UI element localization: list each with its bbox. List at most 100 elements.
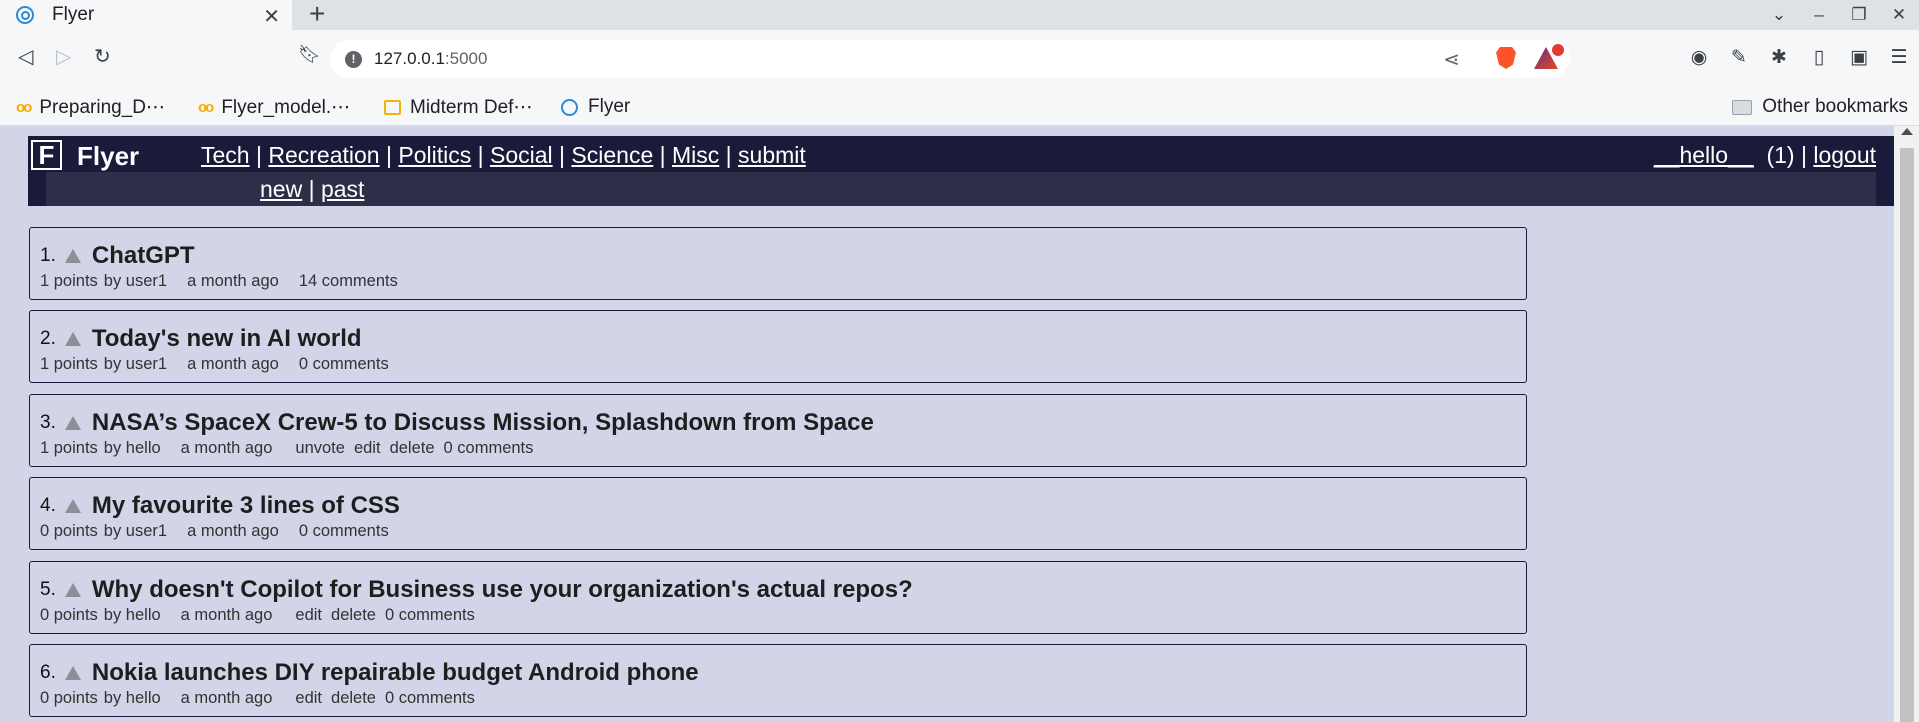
site-info-icon[interactable]: ! <box>345 51 362 68</box>
bookmark-item[interactable]: oo Flyer_model.⋯ <box>198 96 350 119</box>
page-content: F Flyer Tech | Recreation | Politics | S… <box>0 126 1894 722</box>
url-text[interactable]: 127.0.0.1:5000 <box>374 49 487 69</box>
story-age[interactable]: a month ago <box>181 606 273 624</box>
story-title[interactable]: ChatGPT <box>92 242 195 270</box>
sub-nav-bar: new | past <box>46 172 1876 206</box>
nav-past[interactable]: past <box>321 176 364 202</box>
sidebar-icon[interactable]: ▯ <box>1799 46 1839 69</box>
story-title[interactable]: Nokia launches DIY repairable budget And… <box>92 659 699 687</box>
bookmark-label: Flyer <box>588 96 631 117</box>
logout-link[interactable]: logout <box>1813 142 1876 168</box>
story-item: 3. NASA’s SpaceX Crew-5 to Discuss Missi… <box>29 394 1527 467</box>
story-age[interactable]: a month ago <box>181 689 273 707</box>
forward-icon[interactable]: ▷ <box>56 44 71 69</box>
rewards-badge <box>1552 44 1564 56</box>
nav-recreation[interactable]: Recreation <box>268 142 379 168</box>
story-age[interactable]: a month ago <box>187 522 279 540</box>
colab-icon: oo <box>16 99 32 116</box>
story-subtext: 0 points by user1 a month ago 0 comments <box>40 522 395 541</box>
nav-new[interactable]: new <box>260 176 302 202</box>
user-area: __hello__ (1) | logout <box>1654 142 1876 169</box>
category-nav: Tech | Recreation | Politics | Social | … <box>201 142 806 169</box>
tab-title: Flyer <box>52 4 95 25</box>
delete-link[interactable]: delete <box>331 606 376 624</box>
share-icon[interactable]: ⋖ <box>1443 47 1460 72</box>
story-rank: 1. <box>40 245 56 266</box>
bookmark-item[interactable]: Midterm Def⋯ <box>384 96 532 119</box>
story-age[interactable]: a month ago <box>187 355 279 373</box>
bookmark-item[interactable]: oo Preparing_D⋯ <box>16 96 165 119</box>
new-tab-icon[interactable]: + <box>309 0 325 30</box>
upvote-icon[interactable] <box>64 666 81 680</box>
close-tab-icon[interactable]: ✕ <box>263 4 280 29</box>
scroll-thumb[interactable] <box>1900 148 1914 722</box>
story-title[interactable]: Today's new in AI world <box>92 325 362 353</box>
nav-misc[interactable]: Misc <box>672 142 719 168</box>
upvote-icon[interactable] <box>64 249 81 263</box>
story-author[interactable]: by user1 <box>104 522 167 540</box>
story-comments[interactable]: 0 comments <box>444 439 534 457</box>
story-comments[interactable]: 0 comments <box>299 355 389 373</box>
bookmark-item[interactable]: Flyer <box>561 96 630 118</box>
unvote-link[interactable]: unvote <box>295 439 345 457</box>
bookmark-label: Preparing_D⋯ <box>39 97 165 118</box>
address-bar[interactable]: ! 127.0.0.1:5000 ⋖ <box>330 40 1570 78</box>
story-comments[interactable]: 14 comments <box>299 272 398 290</box>
vertical-scrollbar[interactable] <box>1894 126 1919 722</box>
back-icon[interactable]: ◁ <box>18 44 33 69</box>
reload-icon[interactable]: ↻ <box>94 44 111 69</box>
story-comments[interactable]: 0 comments <box>385 689 475 707</box>
browser-toolbar: ◁ ▷ ↻ 🔖︎ ! 127.0.0.1:5000 ⋖ ◉ ✎ ✱ ▯ ▣ ☰ <box>0 30 1919 88</box>
brave-shields-icon[interactable] <box>1496 47 1516 69</box>
delete-link[interactable]: delete <box>390 439 435 457</box>
story-age[interactable]: a month ago <box>181 439 273 457</box>
site-name[interactable]: Flyer <box>77 141 139 172</box>
story-item: 1. ChatGPT 1 points by user1 a month ago 14… <box>29 227 1527 300</box>
highlighter-icon[interactable]: ✎ <box>1719 46 1759 69</box>
edit-link[interactable]: edit <box>295 606 322 624</box>
upvote-icon[interactable] <box>64 583 81 597</box>
url-host: 127.0.0.1 <box>374 49 445 68</box>
other-bookmarks[interactable]: Other bookmarks <box>1732 96 1908 118</box>
upvote-icon[interactable] <box>64 332 81 346</box>
delete-link[interactable]: delete <box>331 689 376 707</box>
bookmarks-bar: oo Preparing_D⋯ oo Flyer_model.⋯ Midterm… <box>0 88 1919 126</box>
bookmark-label: Midterm Def⋯ <box>410 97 533 118</box>
bookmark-icon[interactable]: 🔖︎ <box>298 44 321 65</box>
story-title[interactable]: Why doesn't Copilot for Business use you… <box>92 576 913 604</box>
story-title[interactable]: My favourite 3 lines of CSS <box>92 492 400 520</box>
tab-search-icon[interactable]: ⌄ <box>1759 5 1799 25</box>
extensions-puzzle-icon[interactable]: ✱ <box>1759 46 1799 69</box>
username-link[interactable]: __hello__ <box>1654 142 1754 168</box>
site-logo[interactable]: F <box>31 140 62 170</box>
edit-link[interactable]: edit <box>354 439 381 457</box>
story-author[interactable]: by user1 <box>104 272 167 290</box>
story-author[interactable]: by user1 <box>104 355 167 373</box>
nav-science[interactable]: Science <box>571 142 653 168</box>
story-points: 0 points <box>40 522 98 540</box>
browser-tab[interactable]: Flyer ✕ <box>0 0 292 30</box>
close-window-icon[interactable]: ✕ <box>1879 5 1919 25</box>
nav-submit[interactable]: submit <box>738 142 806 168</box>
extension-avatar-icon[interactable]: ◉ <box>1679 46 1719 69</box>
scroll-up-arrow-icon[interactable] <box>1901 128 1913 135</box>
edit-link[interactable]: edit <box>295 689 322 707</box>
story-points: 0 points <box>40 606 98 624</box>
story-author[interactable]: by hello <box>104 689 161 707</box>
story-title[interactable]: NASA’s SpaceX Crew-5 to Discuss Mission,… <box>92 409 874 437</box>
story-author[interactable]: by hello <box>104 606 161 624</box>
story-age[interactable]: a month ago <box>187 272 279 290</box>
story-comments[interactable]: 0 comments <box>385 606 475 624</box>
restore-icon[interactable]: ❐ <box>1839 5 1879 25</box>
minimize-icon[interactable]: – <box>1799 5 1839 25</box>
menu-icon[interactable]: ☰ <box>1879 46 1919 69</box>
nav-politics[interactable]: Politics <box>398 142 471 168</box>
story-points: 1 points <box>40 439 98 457</box>
nav-tech[interactable]: Tech <box>201 142 250 168</box>
upvote-icon[interactable] <box>64 499 81 513</box>
nav-social[interactable]: Social <box>490 142 553 168</box>
story-comments[interactable]: 0 comments <box>299 522 389 540</box>
upvote-icon[interactable] <box>64 416 81 430</box>
story-author[interactable]: by hello <box>104 439 161 457</box>
wallet-icon[interactable]: ▣ <box>1839 46 1879 69</box>
